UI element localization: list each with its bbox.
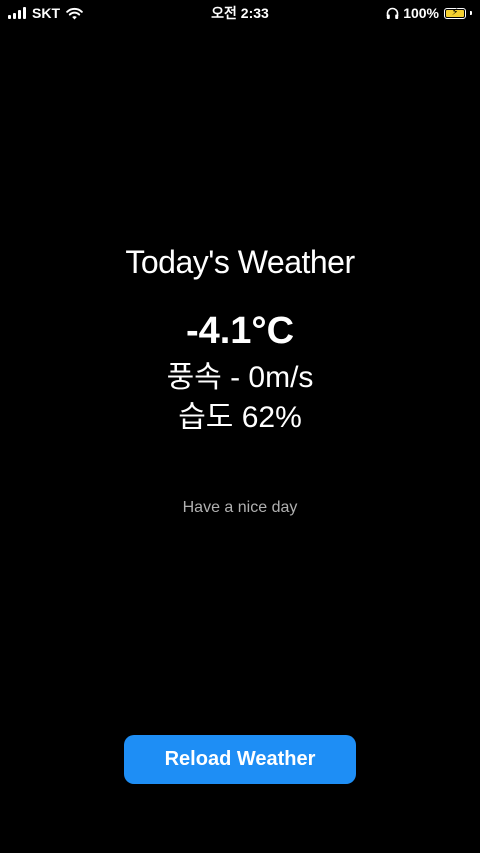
headphones-icon: [386, 7, 399, 20]
status-bar: SKT 오전 2:33 100% ⚡: [0, 0, 480, 26]
humidity-value: 습도 62%: [178, 401, 302, 434]
page-title: Today's Weather: [125, 244, 355, 280]
reload-weather-button[interactable]: Reload Weather: [124, 735, 356, 784]
battery-percent: 100%: [403, 5, 439, 21]
status-right: 100% ⚡: [386, 4, 472, 22]
battery-icon: ⚡: [444, 6, 466, 19]
charging-bolt-icon: ⚡: [451, 6, 459, 18]
wind-speed-value: 풍속 - 0m/s: [166, 361, 314, 394]
temperature-value: -4.1°C: [185, 310, 295, 352]
greeting-message: Have a nice day: [182, 499, 298, 516]
battery-tip: [470, 11, 472, 15]
